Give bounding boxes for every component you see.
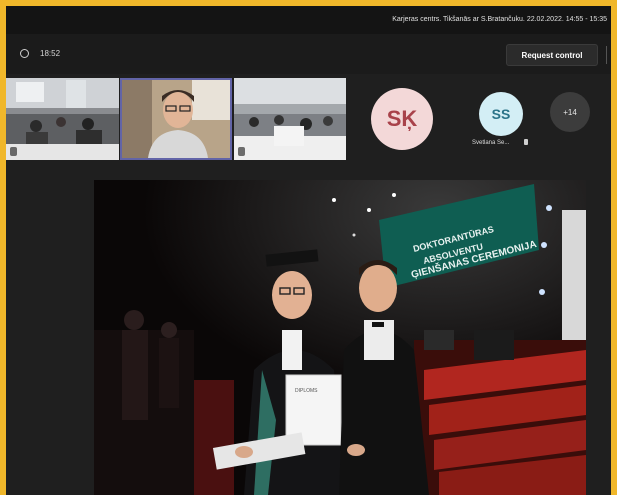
microphone-icon (238, 147, 245, 156)
teams-meeting-window: Karjeras centrs. Tikšanās ar S.Bratančuk… (6, 6, 611, 495)
avatar[interactable]: SĶ (371, 88, 433, 150)
shared-content-stage: DOKTORANTŪRAS ABSOLVENTU ĢIENŠANAS CEREM… (94, 180, 586, 495)
microphone-muted-icon (524, 139, 528, 145)
meeting-timer: 18:52 (40, 49, 61, 58)
meeting-title: Karjeras centrs. Tikšanās ar S.Bratančuk… (392, 16, 607, 23)
title-bar: Karjeras centrs. Tikšanās ar S.Bratančuk… (6, 6, 611, 34)
participant-webcam (122, 80, 230, 158)
participant-video-tile[interactable] (234, 78, 346, 160)
toolbar-divider (606, 46, 607, 64)
participant-video-tile[interactable] (6, 78, 119, 160)
classroom-video (6, 78, 119, 160)
avatar[interactable]: SS (479, 92, 523, 136)
shared-photo: DOKTORANTŪRAS ABSOLVENTU ĢIENŠANAS CEREM… (94, 180, 586, 495)
participant-video-tile-active[interactable] (120, 78, 232, 160)
shield-icon (20, 49, 29, 58)
classroom-video (234, 78, 346, 160)
microphone-icon (10, 147, 17, 156)
participant-name: Svetlana Se... (472, 140, 510, 146)
more-participants-button[interactable]: +14 (550, 92, 590, 132)
diploma-title: DIPLOMS (295, 388, 318, 394)
request-control-button[interactable]: Request control (506, 44, 598, 66)
meeting-control-bar: 18:52 Request control (6, 34, 611, 74)
participant-strip: SĶ SS Svetlana Se... +14 (6, 78, 611, 164)
